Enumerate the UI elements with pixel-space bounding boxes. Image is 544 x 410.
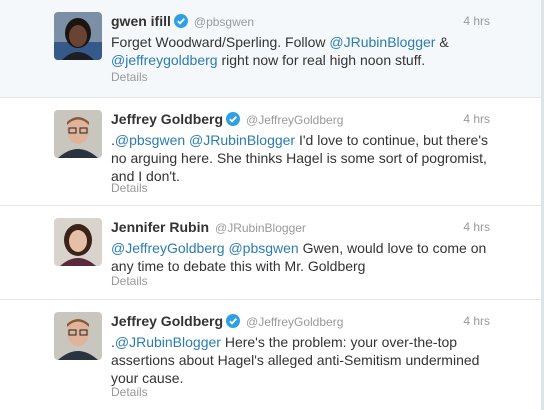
person-photo-man-glasses bbox=[54, 312, 102, 360]
verified-badge-icon bbox=[226, 112, 241, 126]
user-handle[interactable]: @pbsgwen bbox=[194, 15, 254, 29]
tweet-text: .@pbsgwen @JRubinBlogger I'd love to con… bbox=[111, 131, 491, 185]
avatar[interactable] bbox=[54, 218, 102, 266]
tweet-timestamp[interactable]: 4 hrs bbox=[463, 220, 490, 234]
user-handle[interactable]: @JRubinBlogger bbox=[215, 221, 306, 235]
mention-link[interactable]: @jeffreygoldberg bbox=[111, 52, 218, 68]
tweet-text: Forget Woodward/Sperling. Follow @JRubin… bbox=[111, 33, 491, 69]
tweet-timestamp[interactable]: 4 hrs bbox=[463, 112, 490, 126]
mention-link[interactable]: @JeffreyGoldberg bbox=[111, 240, 225, 256]
tweet-timestamp[interactable]: 4 hrs bbox=[463, 314, 490, 328]
user-fullname[interactable]: gwen ifill bbox=[111, 13, 171, 29]
avatar[interactable] bbox=[54, 312, 102, 360]
details-link[interactable]: Details bbox=[111, 181, 148, 195]
avatar[interactable] bbox=[54, 110, 102, 158]
tweet-text-segment: Forget Woodward/Sperling. Follow bbox=[111, 34, 330, 50]
user-fullname[interactable]: Jennifer Rubin bbox=[111, 219, 209, 235]
user-fullname[interactable]: Jeffrey Goldberg bbox=[111, 313, 223, 329]
tweet-item[interactable]: gwen ifill @pbsgwen 4 hrs Forget Woodward… bbox=[0, 0, 544, 98]
tweet-text-segment: right now for real high noon stuff. bbox=[217, 52, 426, 68]
tweet-text-segment: & bbox=[435, 34, 449, 50]
tweet-header: gwen ifill @pbsgwen bbox=[111, 13, 254, 31]
tweet-timeline: gwen ifill @pbsgwen 4 hrs Forget Woodward… bbox=[0, 0, 544, 410]
verified-badge-icon bbox=[226, 314, 241, 328]
tweet-item[interactable]: Jeffrey Goldberg @JeffreyGoldberg 4 hrs .… bbox=[0, 300, 544, 410]
tweet-timestamp[interactable]: 4 hrs bbox=[463, 14, 490, 28]
mention-link[interactable]: @JRubinBlogger bbox=[189, 132, 295, 148]
tweet-item[interactable]: Jeffrey Goldberg @JeffreyGoldberg 4 hrs .… bbox=[0, 98, 544, 206]
tweet-item[interactable]: Jennifer Rubin @JRubinBlogger 4 hrs @Jeff… bbox=[0, 206, 544, 300]
tweet-text: .@JRubinBlogger Here's the problem: your… bbox=[111, 333, 491, 387]
tweet-text: @JeffreyGoldberg @pbsgwen Gwen, would lo… bbox=[111, 239, 491, 275]
mention-link[interactable]: @pbsgwen bbox=[115, 132, 185, 148]
user-handle[interactable]: @JeffreyGoldberg bbox=[246, 315, 343, 329]
verified-badge-icon bbox=[173, 14, 188, 28]
avatar[interactable] bbox=[54, 12, 102, 60]
tweet-header: Jennifer Rubin @JRubinBlogger bbox=[111, 219, 306, 237]
mention-link[interactable]: @JRubinBlogger bbox=[329, 34, 435, 50]
details-link[interactable]: Details bbox=[111, 70, 148, 84]
mention-link[interactable]: @JRubinBlogger bbox=[115, 334, 221, 350]
person-photo-woman-brown-hair bbox=[54, 218, 102, 266]
person-photo-woman-dark-hair bbox=[54, 12, 102, 60]
mention-link[interactable]: @pbsgwen bbox=[228, 240, 298, 256]
person-photo-man-glasses bbox=[54, 110, 102, 158]
details-link[interactable]: Details bbox=[111, 274, 148, 288]
tweet-header: Jeffrey Goldberg @JeffreyGoldberg bbox=[111, 313, 343, 331]
user-handle[interactable]: @JeffreyGoldberg bbox=[246, 113, 343, 127]
tweet-header: Jeffrey Goldberg @JeffreyGoldberg bbox=[111, 111, 343, 129]
details-link[interactable]: Details bbox=[111, 385, 148, 399]
user-fullname[interactable]: Jeffrey Goldberg bbox=[111, 111, 223, 127]
